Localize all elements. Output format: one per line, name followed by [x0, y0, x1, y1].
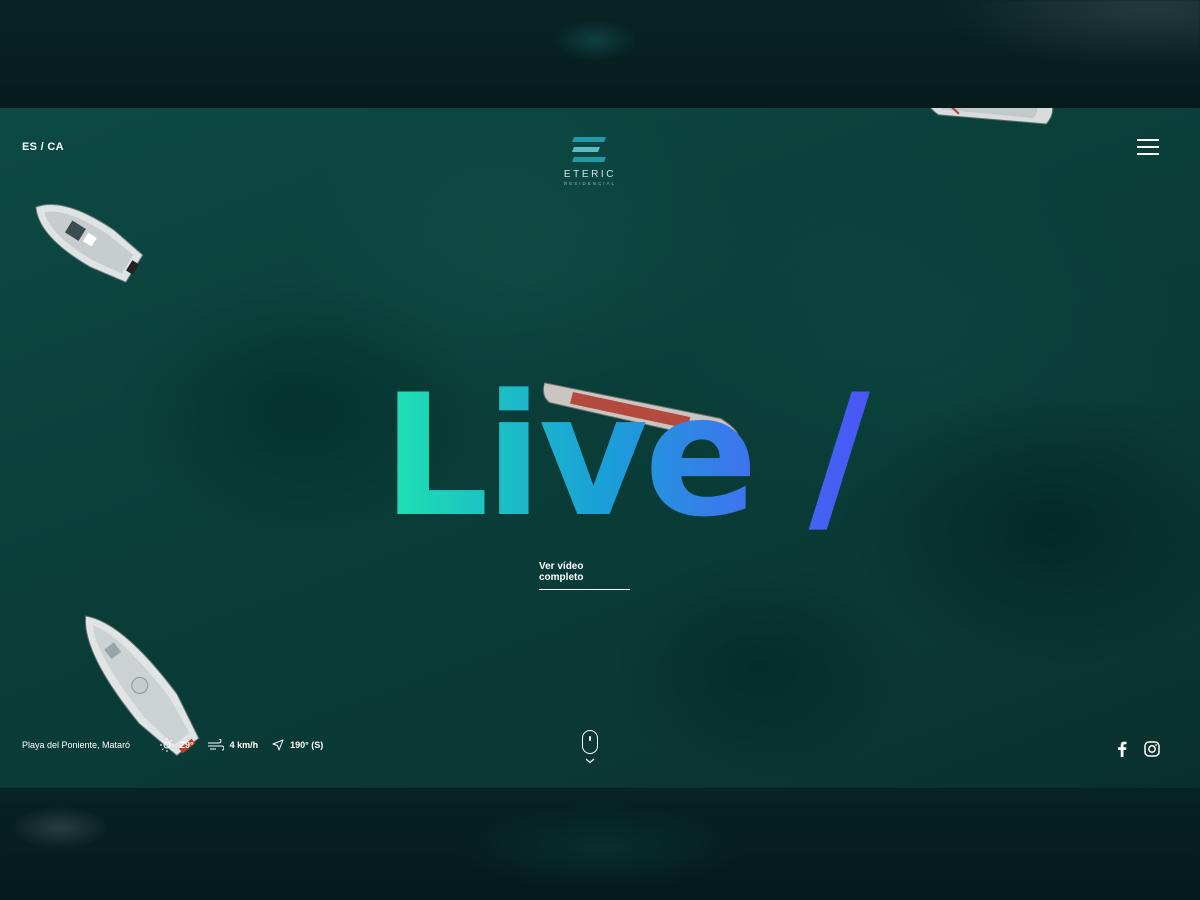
instagram-icon[interactable]	[1144, 741, 1160, 757]
headline-text: Live /	[382, 360, 871, 530]
mouse-wheel	[589, 736, 591, 741]
wind-item: 4 km/h	[207, 739, 259, 751]
chevron-down-icon[interactable]	[585, 758, 595, 764]
navigation-arrow-icon	[272, 739, 284, 751]
boat-image	[35, 204, 144, 283]
temperature-item: 29°	[160, 738, 194, 752]
sun-icon	[160, 738, 174, 752]
weather-info: 29° 4 km/h 190° (S)	[160, 738, 337, 752]
location-label: Playa del Poniente, Mataró	[22, 740, 131, 750]
boat-image	[922, 108, 1054, 125]
top-blur-band	[0, 0, 1200, 108]
wind-direction-value: 190° (S)	[290, 740, 324, 750]
language-switch[interactable]: ES / CA	[22, 141, 64, 153]
wind-icon	[207, 739, 224, 751]
logo[interactable]: ETERIC RESIDENCIAL	[555, 135, 625, 199]
logo-name: ETERIC	[563, 169, 617, 180]
watch-full-video-link[interactable]: Ver vídeo completo	[539, 561, 630, 590]
wind-direction-item: 190° (S)	[272, 739, 323, 751]
mouse-scroll-icon[interactable]	[582, 730, 598, 754]
logo-subtitle: RESIDENCIAL	[563, 181, 616, 186]
headline: Live /	[382, 360, 875, 530]
facebook-icon[interactable]	[1116, 741, 1128, 757]
wind-speed-value: 4 km/h	[229, 740, 259, 750]
logo-mark-icon	[572, 137, 606, 162]
bottom-blur-band	[0, 788, 1200, 900]
temperature-value: 29°	[180, 740, 194, 750]
hamburger-menu-icon[interactable]	[1137, 139, 1159, 155]
